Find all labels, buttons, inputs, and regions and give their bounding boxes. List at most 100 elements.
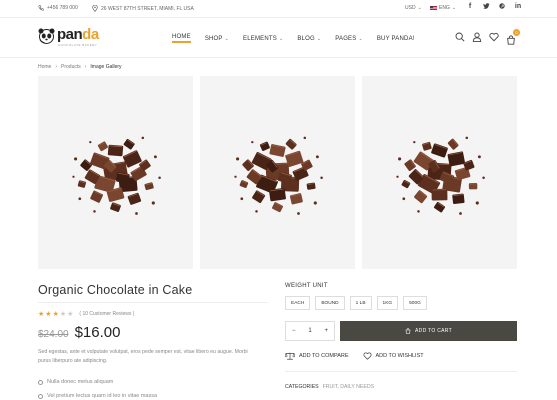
feature-text: Nulla donec metus aliquam [47,379,114,385]
chocolate-crumb [465,136,469,140]
list-item: Vel pretium lectus quam id leo in vitae … [38,389,157,400]
chocolate-crumb [78,197,82,201]
product-gallery [38,76,517,269]
chocolate-image [396,136,485,215]
address-text: 26 WEST 87TH STREET, MIAMI, FL USA [101,5,194,12]
weight-unit-label: WEIGHT UNIT [285,283,328,289]
heart-icon[interactable] [489,32,499,42]
chocolate-piece [401,180,411,189]
chevron-down-icon: ⌄ [417,5,422,11]
chocolate-crumb [240,197,244,201]
old-price: $24.00 [38,329,69,340]
chevron-down-icon: ⌄ [278,35,284,42]
divider [38,302,268,303]
gallery-image[interactable] [200,76,355,269]
chocolate-crumb [251,140,254,144]
chocolate-crumb [402,197,406,201]
chocolate-crumb [153,155,157,159]
cart-button[interactable]: 0 [506,29,520,45]
chocolate-crumb [72,175,75,178]
flag-icon [430,6,437,10]
social-links: f in [466,3,522,11]
chocolate-crumb [398,157,402,161]
phone-info[interactable]: +456 789 000 [38,5,78,11]
gallery-image[interactable] [362,76,517,269]
nav-pages[interactable]: PAGES ⌄ [335,34,363,43]
chocolate-piece [90,190,103,203]
chocolate-image [234,136,323,215]
breadcrumb-home[interactable]: Home [38,64,51,70]
linkedin-icon[interactable]: in [514,3,522,11]
chocolate-crumb [151,201,155,205]
main-header: panda CHOCOLATE BAKERY HOME SHOP ⌄ ELEMEN… [0,18,557,58]
add-to-cart-label: ADD TO CART [415,328,452,334]
search-icon[interactable] [455,32,465,42]
nav-elements[interactable]: ELEMENTS ⌄ [243,34,283,43]
gallery-image[interactable] [38,76,193,269]
address-info: 26 WEST 87TH STREET, MIAMI, FL USA [92,5,194,12]
chocolate-piece [422,141,432,151]
nav-elements-label: ELEMENTS [243,35,277,42]
heart-icon [363,352,372,360]
cart-icon [507,35,515,45]
weight-option-500g[interactable]: 500G [403,296,427,310]
chocolate-crumb [234,175,237,178]
pinterest-icon[interactable] [498,3,506,11]
divider [285,371,517,372]
nav-shop[interactable]: SHOP ⌄ [205,34,229,43]
chevron-down-icon: ⌄ [224,35,230,42]
top-bar: +456 789 000 26 WEST 87TH STREET, MIAMI,… [0,0,557,18]
breadcrumb-products[interactable]: Products [61,64,81,70]
star-icon: ★ [52,311,59,318]
bag-icon [405,328,411,334]
user-icon[interactable] [472,32,482,42]
language-value: ENG [439,5,450,11]
chevron-down-icon: ⌄ [316,35,322,42]
decrease-qty-button[interactable]: − [292,328,296,334]
chocolate-crumb [320,176,323,180]
chocolate-piece [306,182,316,190]
qty-value[interactable]: 1 [308,328,311,334]
chocolate-crumb [459,212,462,215]
product-title: Organic Chocolate in Cake [38,283,193,297]
star-icon: ★ [59,311,67,318]
twitter-icon[interactable] [482,3,490,11]
chocolate-crumb [297,212,300,215]
nav-home-label: HOME [172,34,191,43]
weight-option-bound[interactable]: BOUND [315,296,345,310]
logo-wordmark: panda [57,26,99,43]
increase-qty-button[interactable]: + [324,328,328,334]
logo-text-main: pan [57,26,83,43]
currency-selector[interactable]: USD ⌄ [405,5,422,11]
nav-buy-panda[interactable]: BUY PANDA! [377,34,415,43]
facebook-icon[interactable]: f [466,3,474,11]
product-actions: ADD TO COMPARE ADD TO WISHLIST [285,352,424,360]
chevron-right-icon: › [55,64,58,70]
weight-option-1kg[interactable]: 1KG [376,296,399,310]
categories-label: CATEGORIES [285,384,319,390]
phone-number: +456 789 000 [47,5,78,11]
nav-blog[interactable]: BLOG ⌄ [297,34,321,43]
chocolate-crumb [303,136,307,140]
add-to-compare-button[interactable]: ADD TO COMPARE [285,352,349,360]
header-icons: 0 [455,29,520,45]
weight-option-each[interactable]: EACH [285,296,311,310]
nav-pages-label: PAGES [335,35,357,42]
chocolate-crumb [255,210,258,213]
add-to-wishlist-button[interactable]: ADD TO WISHLIST [363,352,424,360]
chocolate-piece [259,141,270,151]
brand-logo[interactable]: panda CHOCOLATE BAKERY [38,26,99,47]
add-to-cart-button[interactable]: ADD TO CART [340,321,517,341]
compare-scale-icon [285,352,295,360]
language-selector[interactable]: ENG ⌄ [430,5,456,11]
chocolate-crumb [475,201,479,205]
panda-logo-icon [38,28,55,44]
categories-value[interactable]: FRUIT, DAILY NEEDS [323,384,374,390]
review-count-link[interactable]: ( 10 Customer Reviews ) [79,311,134,317]
chocolate-piece [110,202,121,212]
product-price: $24.00 $16.00 [38,324,120,341]
weight-option-1lb[interactable]: 1 LB [349,296,372,310]
phone-icon [38,5,44,11]
chocolate-crumb [158,176,161,180]
nav-home[interactable]: HOME [172,34,191,43]
